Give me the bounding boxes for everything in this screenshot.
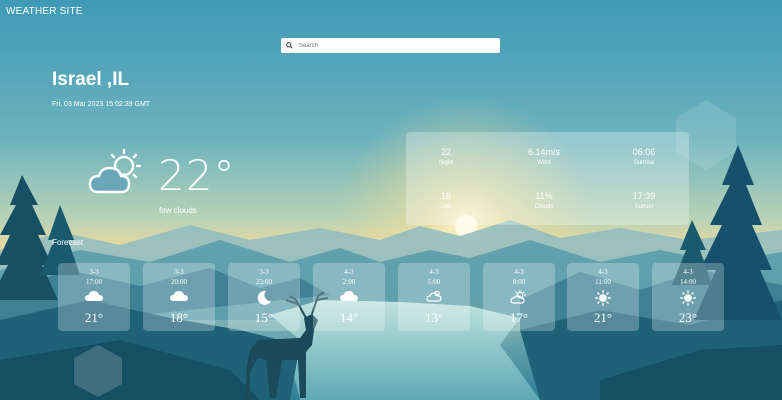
forecast-time: 17:00 (86, 278, 102, 286)
forecast-card: 3-3 20:00 18° (143, 263, 215, 331)
stat-label: Sunset (634, 204, 654, 210)
forecast-temp: 18° (169, 310, 189, 325)
stat-label: Clouds (534, 204, 554, 210)
weather-description: few clouds (159, 206, 197, 215)
stat-sunrise: 06:06 Sunrise (614, 147, 674, 166)
forecast-time: 23:00 (256, 278, 272, 286)
search-input[interactable] (299, 39, 494, 52)
partly-cloudy-icon (398, 290, 470, 302)
forecast-card: 4-3 5:00 13° (398, 263, 470, 331)
forecast-card: 4-3 8:00 17° (483, 263, 555, 331)
forecast-temp: 14° (339, 310, 359, 325)
forecast-temp: 13° (424, 310, 444, 325)
stat-low: 18 Low (416, 191, 476, 210)
stat-label: Sunrise (633, 160, 655, 166)
stat-wind: 6.14m/s Wind (514, 147, 574, 166)
stat-value: 18 (440, 191, 451, 201)
forecast-date: 4-3 (514, 268, 524, 276)
stat-label: Wind (537, 160, 551, 166)
forecast-time: 14:00 (680, 278, 696, 286)
forecast-date: 3-3 (89, 268, 99, 276)
forecast-date: 3-3 (259, 268, 269, 276)
sun-icon (652, 290, 724, 306)
forecast-date: 4-3 (683, 268, 693, 276)
stat-value: 6.14m/s (527, 147, 560, 157)
forecast-time: 11:00 (595, 278, 611, 286)
forecast-date: 4-3 (429, 268, 439, 276)
stat-sunset: 17:39 Sunset (614, 191, 674, 210)
forecast-card: 4-3 2:00 14° (313, 263, 385, 331)
stat-night: 22 Night (416, 147, 476, 166)
forecast-temp: 15° (254, 310, 274, 325)
stat-label: Low (440, 204, 452, 210)
sun-icon (567, 290, 639, 306)
date-time: Fri, 03 Mar 2023 15:02:39 GMT (52, 101, 151, 108)
forecast-time: 5:00 (427, 278, 441, 286)
forecast-temp: 23° (678, 310, 698, 325)
forecast-date: 3-3 (174, 268, 184, 276)
forecast-card: 3-3 23:00 15° (228, 263, 300, 331)
search-bar[interactable] (281, 38, 500, 53)
cloud-icon (58, 290, 130, 302)
stat-value: 17:39 (632, 191, 656, 201)
forecast-time: 8:00 (512, 278, 526, 286)
stat-value: 06:06 (632, 147, 656, 157)
forecast-card: 4-3 14:00 23° (652, 263, 724, 331)
partly-cloudy-day-icon (483, 290, 555, 304)
site-title[interactable]: WEATHER SITE (6, 6, 83, 17)
forecast-card: 4-3 11:00 21° (567, 263, 639, 331)
forecast-temp: 21° (84, 310, 104, 325)
partly-cloudy-day-icon (88, 148, 150, 203)
weather-stats-panel: 22 Night 6.14m/s Wind 06:06 Sunrise 18 L… (406, 132, 689, 225)
forecast-date: 4-3 (344, 268, 354, 276)
forecast-temp: 21° (593, 310, 613, 325)
moon-icon (228, 290, 300, 306)
forecast-card: 3-3 17:00 21° (58, 263, 130, 331)
cloud-icon (313, 290, 385, 302)
forecast-date: 4-3 (598, 268, 608, 276)
city-name: Israel ,IL (52, 69, 130, 90)
stat-clouds: 11% Clouds (514, 191, 574, 210)
search-icon[interactable] (286, 41, 296, 51)
forecast-time: 2:00 (342, 278, 356, 286)
forecast-heading: Forecast (52, 238, 84, 247)
stat-label: Night (438, 160, 453, 166)
stat-value: 11% (535, 191, 553, 201)
current-temperature: 22° (158, 151, 236, 200)
cloud-icon (143, 290, 215, 302)
forecast-temp: 17° (509, 310, 529, 325)
forecast-time: 20:00 (171, 278, 187, 286)
stat-value: 22 (440, 147, 451, 157)
